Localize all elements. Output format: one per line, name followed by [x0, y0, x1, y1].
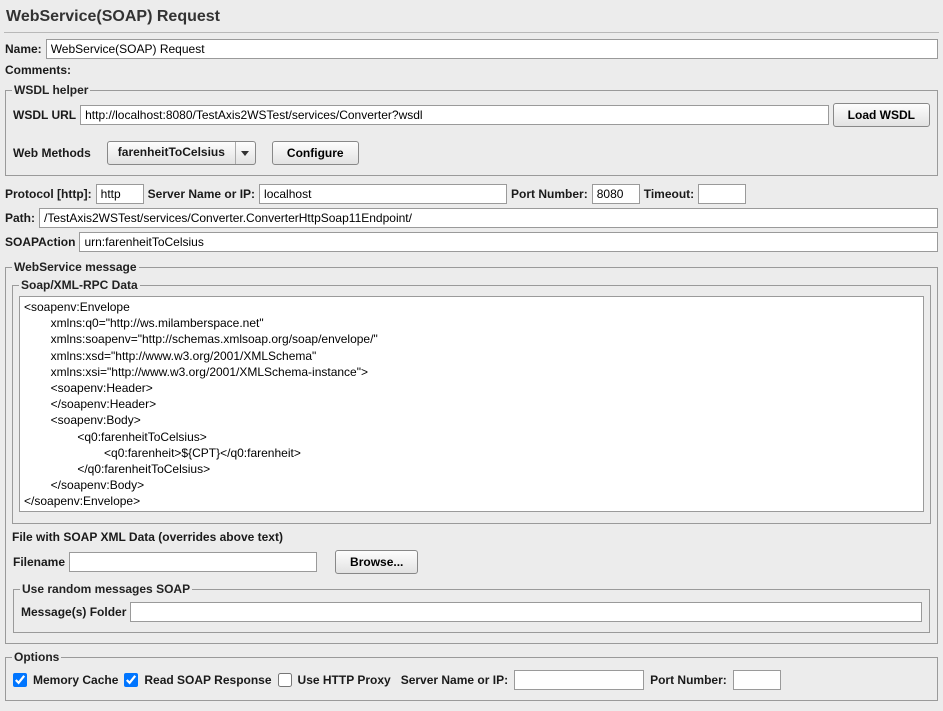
random-soap-legend: Use random messages SOAP [20, 582, 192, 596]
divider [4, 32, 939, 33]
page-title: WebService(SOAP) Request [4, 4, 939, 32]
messages-folder-label: Message(s) Folder [21, 605, 126, 619]
name-input[interactable] [46, 39, 938, 59]
filename-label: Filename [13, 555, 65, 569]
port-label: Port Number: [511, 187, 588, 201]
webservice-message-legend: WebService message [12, 260, 139, 274]
configure-button[interactable]: Configure [272, 141, 359, 165]
webservice-message-group: WebService message Soap/XML-RPC Data Fil… [5, 260, 938, 644]
protocol-label: Protocol [http]: [5, 187, 92, 201]
read-soap-response-label: Read SOAP Response [144, 673, 271, 687]
soapaction-input[interactable] [79, 232, 938, 252]
chevron-down-icon [235, 142, 255, 164]
proxy-port-label: Port Number: [650, 673, 727, 687]
path-label: Path: [5, 211, 35, 225]
soapaction-label: SOAPAction [5, 235, 75, 249]
use-http-proxy-label: Use HTTP Proxy [298, 673, 391, 687]
filename-input[interactable] [69, 552, 317, 572]
timeout-label: Timeout: [644, 187, 694, 201]
read-soap-response-checkbox[interactable] [124, 673, 138, 687]
server-input[interactable] [259, 184, 507, 204]
timeout-input[interactable] [698, 184, 746, 204]
soap-data-legend: Soap/XML-RPC Data [19, 278, 140, 292]
proxy-port-input[interactable] [733, 670, 781, 690]
protocol-input[interactable] [96, 184, 144, 204]
load-wsdl-button[interactable]: Load WSDL [833, 103, 930, 127]
web-methods-select[interactable]: farenheitToCelsius [107, 141, 256, 165]
comments-label: Comments: [5, 63, 71, 77]
options-legend: Options [12, 650, 61, 664]
memory-cache-checkbox[interactable] [13, 673, 27, 687]
soap-data-group: Soap/XML-RPC Data [12, 278, 931, 524]
proxy-server-label: Server Name or IP: [401, 673, 508, 687]
memory-cache-label: Memory Cache [33, 673, 118, 687]
name-label: Name: [5, 42, 42, 56]
wsdl-helper-legend: WSDL helper [12, 83, 90, 97]
browse-button[interactable]: Browse... [335, 550, 418, 574]
server-label: Server Name or IP: [148, 187, 255, 201]
proxy-server-input[interactable] [514, 670, 644, 690]
web-methods-label: Web Methods [13, 146, 91, 160]
options-group: Options Memory Cache Read SOAP Response … [5, 650, 938, 701]
wsdl-url-label: WSDL URL [13, 108, 76, 122]
port-input[interactable] [592, 184, 640, 204]
messages-folder-input[interactable] [130, 602, 922, 622]
file-override-header: File with SOAP XML Data (overrides above… [12, 528, 931, 548]
wsdl-url-input[interactable] [80, 105, 829, 125]
soap-body-textarea[interactable] [19, 296, 924, 512]
wsdl-helper-group: WSDL helper WSDL URL Load WSDL Web Metho… [5, 83, 938, 176]
random-soap-group: Use random messages SOAP Message(s) Fold… [13, 582, 930, 633]
use-http-proxy-checkbox[interactable] [278, 673, 292, 687]
web-methods-selected: farenheitToCelsius [108, 142, 235, 164]
path-input[interactable] [39, 208, 938, 228]
